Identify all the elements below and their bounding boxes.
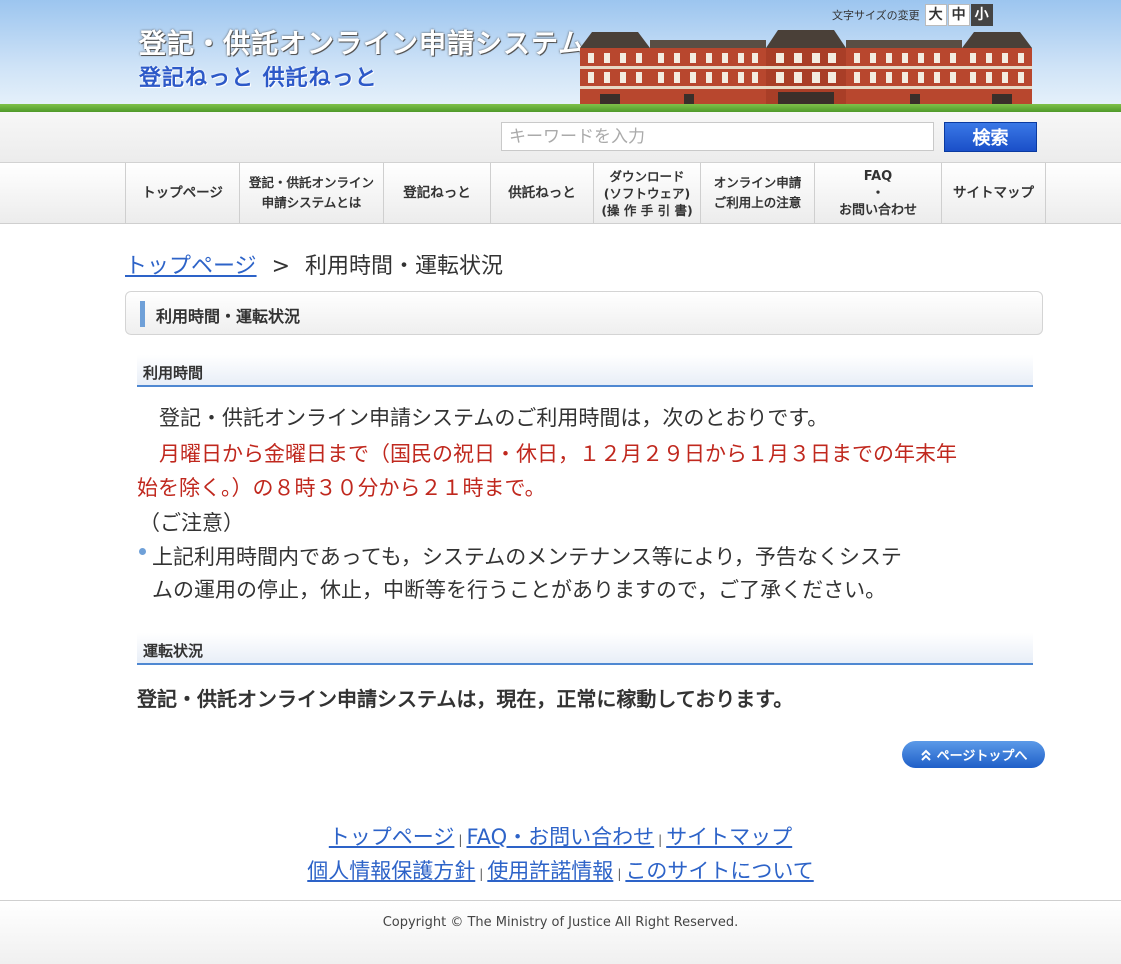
nav-download[interactable]: ダウンロード (ソフトウェア) (操 作 手 引 書): [593, 163, 700, 223]
font-size-label: 文字サイズの変更: [832, 9, 920, 22]
note-bullet-icon: [139, 548, 146, 555]
global-nav: トップページ 登記・供託オンライン 申請システムとは 登記ねっと 供託ねっと ダ…: [0, 162, 1121, 224]
site-title[interactable]: 登記・供託オンライン申請システム: [139, 22, 586, 61]
site-subtitle[interactable]: 登記ねっと 供託ねっと: [139, 60, 378, 92]
page-top-label: ページトップへ: [936, 749, 1028, 764]
copyright-text: Copyright © The Ministry of Justice All …: [382, 915, 739, 930]
search-input[interactable]: [501, 122, 934, 151]
nav-sitemap[interactable]: サイトマップ: [941, 163, 1046, 223]
page-title: 利用時間・運転状況: [156, 307, 301, 326]
breadcrumb-home-link[interactable]: トップページ: [125, 254, 257, 279]
footer-links-row2: 個人情報保護方針 | 使用許諾情報 | このサイトについて: [0, 855, 1121, 885]
nav-kyoutaku-net[interactable]: 供託ねっと: [490, 163, 593, 223]
operation-status-text: 登記・供託オンライン申請システムは，現在，正常に稼動しております。: [137, 687, 794, 711]
footer-link-top-page[interactable]: トップページ: [329, 825, 455, 849]
ministry-building-illustration: [580, 30, 1032, 110]
site-header: 登記・供託オンライン申請システム 登記ねっと 供託ねっと 文字サイズの変更 大 …: [0, 0, 1121, 112]
usage-note-label: （ご注意）: [139, 511, 244, 535]
search-bar: 検索: [0, 112, 1121, 162]
heading-accent-bar: [140, 301, 145, 327]
usage-note-line2: ムの運用の停止，休止，中断等を行うことがありますので，ご了承ください。: [152, 578, 887, 602]
font-size-switcher: 文字サイズの変更 大 中 小: [832, 4, 993, 26]
footer-link-privacy[interactable]: 個人情報保護方針: [307, 859, 475, 883]
usage-intro: 登記・供託オンライン申請システムのご利用時間は，次のとおりです。: [159, 406, 829, 430]
operation-status-heading-text: 運転状況: [143, 642, 204, 660]
font-size-small-button[interactable]: 小: [970, 4, 993, 26]
usage-hours-heading-text: 利用時間: [143, 364, 204, 382]
usage-hours-line1: 月曜日から金曜日まで（国民の祝日・休日，１２月２９日から１月３日までの年末年: [159, 442, 957, 466]
footer-separator: |: [658, 833, 663, 847]
footer-separator: |: [617, 867, 622, 881]
usage-note-line1: 上記利用時間内であっても，システムのメンテナンス等により，予告なくシステ: [152, 545, 902, 569]
breadcrumb: トップページ > 利用時間・運転状況: [125, 248, 503, 280]
nav-online-notes[interactable]: オンライン申請 ご利用上の注意: [700, 163, 814, 223]
footer-link-sitemap[interactable]: サイトマップ: [666, 825, 792, 849]
footer-link-about-site[interactable]: このサイトについて: [625, 859, 813, 883]
operation-status-heading: 運転状況: [137, 633, 1033, 665]
page-top-button[interactable]: ページトップへ: [902, 741, 1045, 768]
grass-strip: [0, 104, 1121, 112]
breadcrumb-current: 利用時間・運転状況: [305, 254, 504, 279]
footer-link-license[interactable]: 使用許諾情報: [487, 859, 613, 883]
footer-link-faq[interactable]: FAQ・お問い合わせ: [466, 825, 654, 849]
footer-separator: |: [479, 867, 484, 881]
breadcrumb-separator: >: [271, 254, 290, 279]
usage-hours-line2: 始を除く。）の８時３０分から２１時まで。: [137, 476, 546, 500]
usage-hours-heading: 利用時間: [137, 355, 1033, 387]
font-size-large-button[interactable]: 大: [924, 4, 947, 26]
nav-top-page[interactable]: トップページ: [125, 163, 239, 223]
search-button[interactable]: 検索: [944, 122, 1037, 152]
footer-copyright-band: Copyright © The Ministry of Justice All …: [0, 900, 1121, 964]
nav-touki-net[interactable]: 登記ねっと: [383, 163, 490, 223]
page-heading-box: 利用時間・運転状況: [125, 291, 1043, 335]
footer-links-row1: トップページ | FAQ・お問い合わせ | サイトマップ: [0, 821, 1121, 851]
nav-faq-contact[interactable]: FAQ ・ お問い合わせ: [814, 163, 941, 223]
font-size-medium-button[interactable]: 中: [947, 4, 970, 26]
footer-separator: |: [458, 833, 463, 847]
nav-about-system[interactable]: 登記・供託オンライン 申請システムとは: [239, 163, 383, 223]
double-chevron-up-icon: [920, 749, 931, 761]
